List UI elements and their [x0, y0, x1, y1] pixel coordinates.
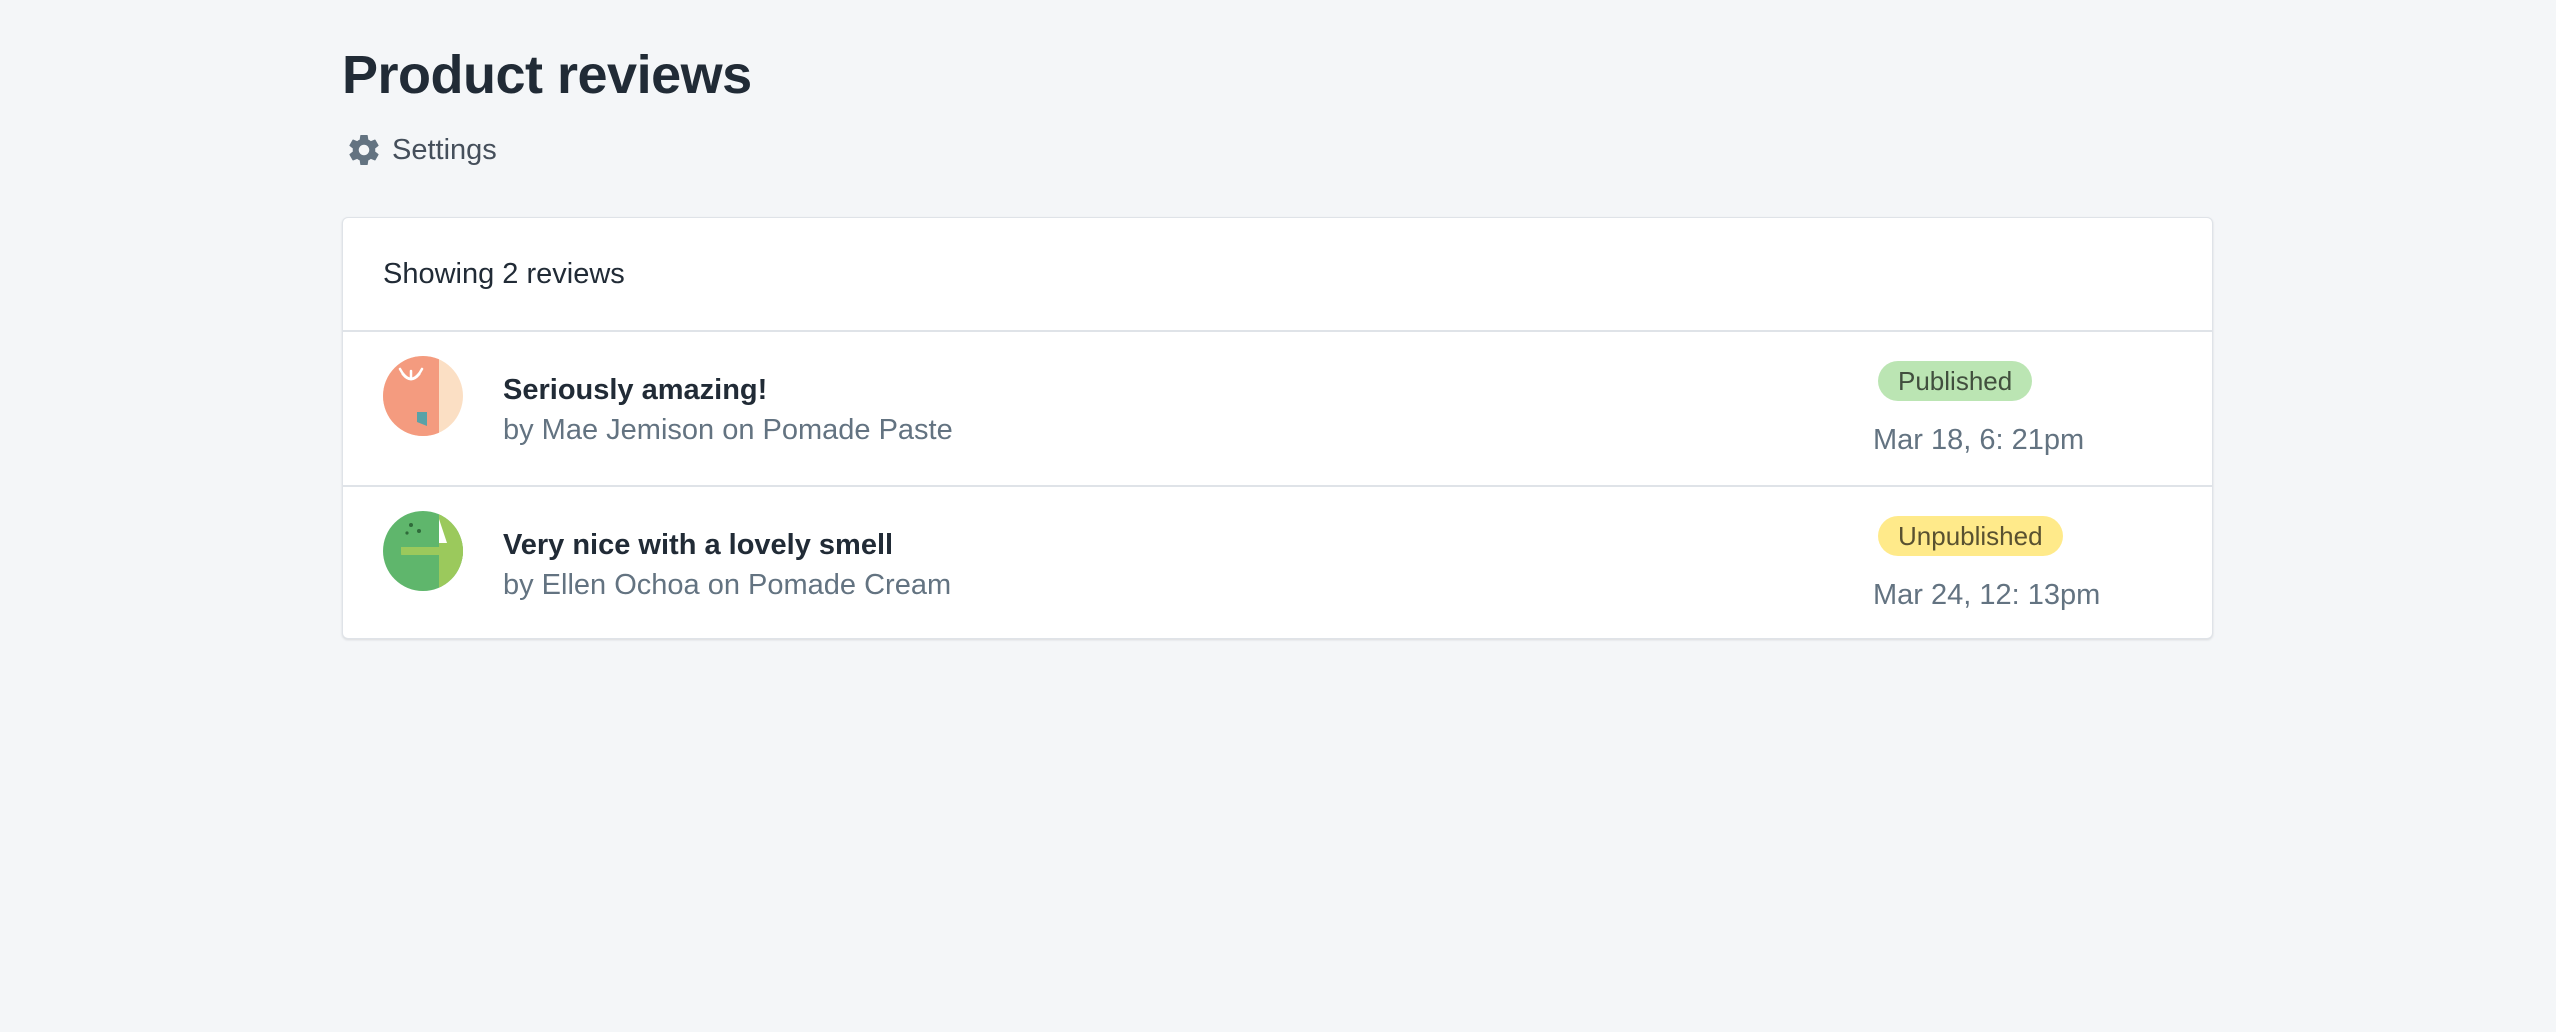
review-row[interactable]: Seriously amazing! by Mae Jemison on Pom…: [343, 332, 2212, 487]
review-date: Mar 18, 6: 21pm: [1873, 424, 2085, 456]
page-title: Product reviews: [342, 45, 752, 105]
status-badge: Unpublished: [1878, 516, 2063, 556]
review-count: Showing 2 reviews: [383, 258, 625, 290]
review-row[interactable]: Very nice with a lovely smell by Ellen O…: [343, 487, 2212, 638]
settings-label: Settings: [392, 134, 497, 166]
review-title: Seriously amazing!: [503, 374, 768, 406]
review-author-product: by Ellen Ochoa on Pomade Cream: [503, 569, 952, 601]
review-title: Very nice with a lovely smell: [503, 529, 894, 561]
gear-icon: [346, 132, 382, 168]
review-date: Mar 24, 12: 13pm: [1873, 579, 2101, 611]
card-header: Showing 2 reviews: [343, 218, 2212, 332]
avatar: [383, 511, 463, 591]
settings-button[interactable]: Settings: [346, 128, 497, 172]
review-author-product: by Mae Jemison on Pomade Paste: [503, 414, 953, 446]
avatar: [383, 356, 463, 436]
reviews-card: Showing 2 reviews Seriously amazing! by …: [342, 217, 2213, 639]
status-badge: Published: [1878, 361, 2033, 401]
